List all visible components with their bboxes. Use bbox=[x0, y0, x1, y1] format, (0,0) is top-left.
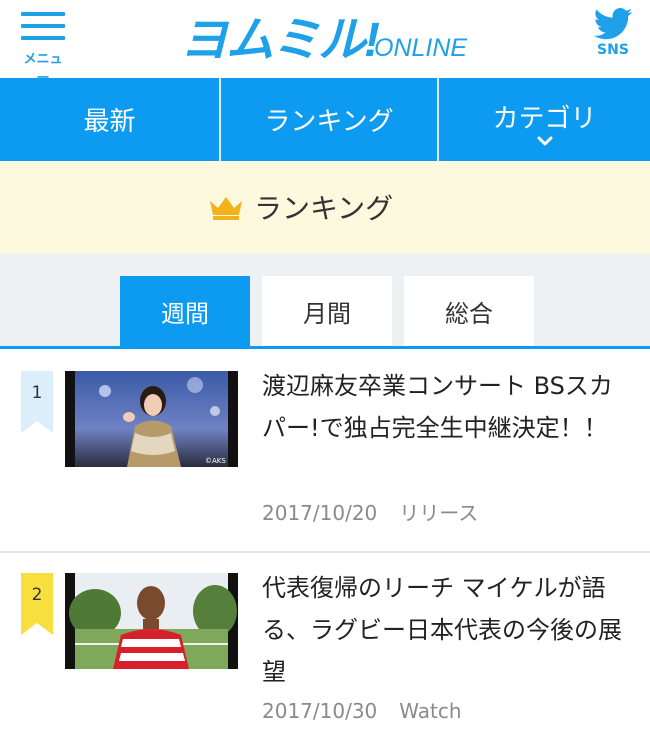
nav-item-label: 最新 bbox=[83, 107, 136, 137]
menu-button[interactable]: メニュー bbox=[18, 8, 68, 86]
logo-suffix: ONLINE bbox=[374, 34, 467, 62]
article-thumbnail[interactable]: ©AKS bbox=[65, 371, 238, 467]
ranking-banner: ランキング bbox=[0, 161, 650, 254]
chevron-down-icon bbox=[537, 136, 552, 146]
sns-label: SNS bbox=[597, 42, 629, 58]
tab-label: 月間 bbox=[303, 299, 351, 328]
ranking-title: ランキング bbox=[254, 192, 394, 225]
rank-badge: 1 bbox=[21, 371, 53, 433]
article-meta: 2017/10/30 Watch bbox=[262, 699, 462, 723]
main-nav: 最新 ランキング カテゴリ bbox=[0, 78, 650, 161]
tab-label: 総合 bbox=[445, 299, 493, 328]
article-title[interactable]: 代表復帰のリーチ マイケルが語る、ラグビー日本代表の今後の展望 bbox=[262, 567, 622, 693]
article-category[interactable]: Watch bbox=[399, 699, 461, 723]
nav-item-latest[interactable]: 最新 bbox=[0, 78, 219, 161]
nav-item-category[interactable]: カテゴリ bbox=[437, 78, 650, 161]
tabs-underline bbox=[0, 346, 650, 349]
ranking-list-item[interactable]: 1 ©AKS 渡辺麻友卒業コンサート BSスカパー!で独占完全生中継決定！！ 2… bbox=[0, 351, 650, 551]
rank-number: 1 bbox=[31, 383, 43, 403]
article-category[interactable]: リリース bbox=[399, 501, 478, 525]
hamburger-icon bbox=[21, 12, 65, 16]
rugby-player-photo bbox=[65, 573, 238, 669]
site-logo[interactable]: ヨムミル! ONLINE bbox=[178, 6, 478, 68]
nav-item-label: カテゴリ bbox=[492, 104, 597, 134]
thumb-watermark: ©AKS bbox=[205, 457, 226, 465]
hamburger-icon-bar bbox=[21, 24, 65, 28]
hamburger-icon-bar bbox=[21, 36, 65, 40]
crown-icon bbox=[210, 197, 242, 220]
article-date: 2017/10/20 bbox=[262, 501, 378, 525]
rank-number: 2 bbox=[31, 585, 43, 605]
concert-photo: ©AKS bbox=[65, 371, 238, 467]
article-thumbnail[interactable] bbox=[65, 573, 238, 669]
nav-item-ranking[interactable]: ランキング bbox=[219, 78, 437, 161]
twitter-bird-icon bbox=[593, 8, 633, 40]
ranking-list-item[interactable]: 2 代表復帰のリーチ マイケルが語る、ラグビー日本代表の今後の展望 2017/1… bbox=[0, 553, 650, 751]
rank-badge: 2 bbox=[21, 573, 53, 635]
tab-monthly[interactable]: 月間 bbox=[262, 276, 392, 346]
article-meta: 2017/10/20 リリース bbox=[262, 497, 478, 526]
tab-weekly[interactable]: 週間 bbox=[120, 276, 250, 346]
article-title[interactable]: 渡辺麻友卒業コンサート BSスカパー!で独占完全生中継決定！！ bbox=[262, 365, 622, 449]
nav-item-label: ランキング bbox=[264, 107, 394, 137]
article-date: 2017/10/30 bbox=[262, 699, 378, 723]
sns-button[interactable]: SNS bbox=[587, 8, 639, 68]
tab-label: 週間 bbox=[161, 299, 209, 328]
tab-overall[interactable]: 総合 bbox=[404, 276, 534, 346]
logo-text: ヨムミル! bbox=[180, 14, 380, 67]
site-header: メニュー ヨムミル! ONLINE SNS bbox=[0, 0, 650, 86]
period-tabs: 週間 月間 総合 bbox=[0, 254, 650, 348]
